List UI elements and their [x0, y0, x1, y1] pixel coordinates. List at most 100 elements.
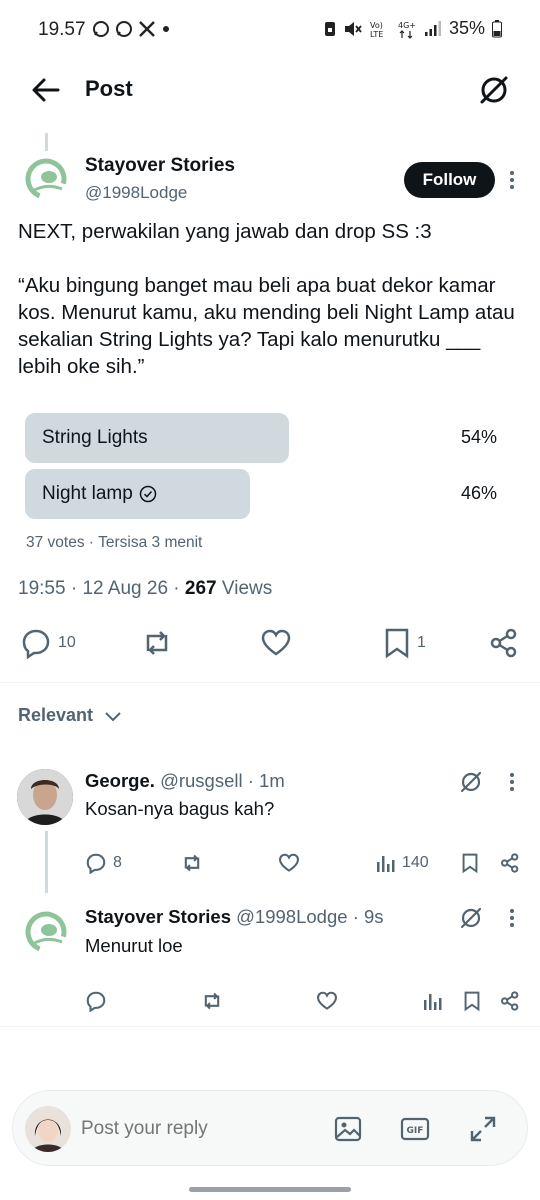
status-system-icons: Vo) LTE 4G+ 35% — [324, 18, 502, 39]
bookmark-button[interactable]: 1 — [383, 627, 426, 659]
author-name[interactable]: Stayover Stories — [85, 155, 235, 177]
reply-author-handle[interactable]: @rusgsell — [160, 770, 243, 791]
reply-grok-button[interactable] — [458, 905, 484, 931]
poll-option-percent: 54% — [460, 427, 497, 447]
more-dot — [510, 909, 514, 913]
reply-composer: GIF — [12, 1090, 528, 1166]
author-handle[interactable]: @1998Lodge — [85, 183, 187, 203]
divider — [0, 682, 540, 683]
4g-icon: 4G+ — [398, 21, 416, 39]
mute-icon — [344, 21, 362, 36]
reply-button[interactable]: 10 — [20, 627, 76, 659]
lodge-logo-icon — [25, 158, 67, 200]
gif-icon: GIF — [400, 1117, 430, 1141]
poll-option-percent: 46% — [460, 483, 497, 503]
add-image-button[interactable] — [333, 1114, 363, 1144]
heart-icon — [279, 853, 299, 872]
like-button[interactable] — [278, 852, 300, 874]
chat-bubble-icon — [93, 21, 109, 37]
views-count: 140 — [402, 854, 429, 871]
bookmark-icon — [464, 991, 480, 1012]
grok-button[interactable] — [476, 72, 512, 108]
views-button[interactable] — [423, 990, 443, 1012]
signal-icon — [424, 20, 441, 36]
like-button[interactable] — [260, 627, 292, 659]
reply-author-name[interactable]: George. — [85, 770, 155, 791]
like-button[interactable] — [316, 990, 338, 1012]
back-button[interactable] — [30, 76, 62, 104]
reply-icon — [86, 991, 106, 1012]
post-time: 19:55 — [18, 578, 66, 599]
reply-count: 8 — [113, 854, 122, 871]
repost-button[interactable] — [140, 627, 174, 659]
thread-connector-top — [45, 133, 48, 151]
post-more-button[interactable] — [502, 168, 522, 192]
reply-author-name[interactable]: Stayover Stories — [85, 906, 231, 927]
grok-icon — [480, 76, 508, 104]
reply-action-bar — [0, 986, 540, 1026]
sort-dropdown[interactable]: Relevant — [18, 705, 123, 726]
reply-header: George. @rusgsell · 1m — [85, 770, 285, 792]
svg-text:GIF: GIF — [407, 1126, 424, 1136]
follow-button[interactable]: Follow — [404, 162, 495, 198]
share-button[interactable] — [500, 990, 520, 1012]
post-text: NEXT, perwakilan yang jawab dan drop SS … — [18, 218, 528, 407]
analytics-icon — [424, 994, 442, 1010]
home-indicator[interactable] — [189, 1187, 351, 1192]
repost-icon — [184, 854, 200, 872]
more-dot — [510, 787, 514, 791]
views-label[interactable]: Views — [222, 578, 272, 599]
reply-input[interactable] — [81, 1118, 301, 1140]
reply-author-handle[interactable]: @1998Lodge — [236, 906, 347, 927]
grok-icon — [460, 907, 482, 929]
reply-button[interactable]: 8 — [85, 852, 122, 874]
heart-icon — [317, 991, 337, 1010]
poll-option-label: String Lights — [42, 427, 148, 448]
arrow-left-icon — [32, 78, 60, 102]
post-text-line: NEXT, perwakilan yang jawab dan drop SS … — [18, 220, 432, 243]
person-photo-icon — [17, 769, 73, 825]
expand-composer-button[interactable] — [468, 1114, 498, 1144]
bookmark-icon — [462, 853, 478, 874]
share-icon — [490, 628, 517, 658]
poll-option-label: Night lamp — [42, 483, 157, 505]
reply-more-button[interactable] — [502, 770, 522, 794]
author-avatar[interactable] — [24, 157, 68, 201]
reply-button[interactable] — [85, 990, 107, 1012]
svg-text:Vo): Vo) — [370, 21, 383, 30]
reply-avatar[interactable] — [24, 910, 68, 954]
reply-grok-button[interactable] — [458, 769, 484, 795]
dot-icon — [163, 26, 169, 32]
battery-percent: 35% — [448, 18, 485, 38]
more-dot — [510, 780, 514, 784]
share-button[interactable] — [489, 627, 519, 659]
bookmark-button[interactable] — [461, 852, 479, 874]
poll-remaining: Tersisa 3 menit — [98, 534, 203, 551]
grok-icon — [460, 771, 482, 793]
battery-icon — [492, 19, 502, 37]
repost-button[interactable] — [180, 852, 204, 874]
bookmark-button[interactable] — [463, 990, 481, 1012]
repost-icon — [146, 631, 168, 655]
more-dot — [510, 171, 514, 175]
add-gif-button[interactable]: GIF — [400, 1114, 430, 1144]
sort-label: Relevant — [18, 705, 94, 725]
views-button[interactable]: 140 — [376, 852, 429, 874]
divider — [0, 1026, 540, 1027]
reply-time: 1m — [259, 770, 285, 791]
poll-option[interactable]: Night lamp 46% — [25, 469, 497, 519]
reply-icon — [22, 629, 50, 659]
lodge-logo-icon — [25, 911, 67, 953]
reply-separator: · — [247, 770, 254, 791]
post-text-quote: “Aku bingung banget mau beli apa buat de… — [18, 274, 515, 378]
repost-button[interactable] — [200, 990, 224, 1012]
expand-icon — [470, 1116, 496, 1142]
poll-option[interactable]: String Lights 54% — [25, 413, 497, 463]
status-bar: 19.57 Vo) LTE 4G+ 35% — [0, 0, 540, 62]
page-title: Post — [85, 76, 133, 101]
chat-bubble-icon — [116, 21, 132, 37]
share-button[interactable] — [500, 852, 520, 874]
reply-more-button[interactable] — [502, 906, 522, 930]
user-avatar[interactable] — [25, 1106, 71, 1152]
reply-avatar[interactable] — [17, 769, 73, 825]
